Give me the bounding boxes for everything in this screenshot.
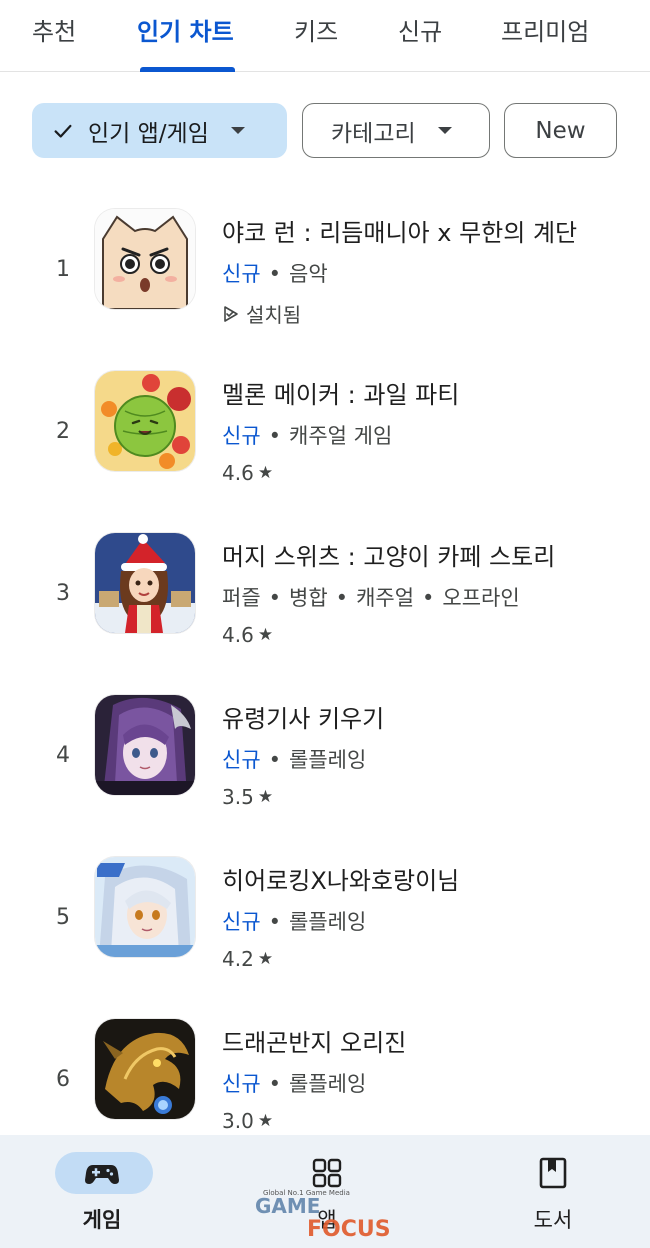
tab-premium[interactable]: 프리미엄 <box>501 12 589 52</box>
app-meta: 신규 • 음악 <box>222 262 328 286</box>
app-icon <box>95 695 195 795</box>
app-title: 드래곤반지 오리진 <box>222 1029 407 1057</box>
gamepad-icon <box>85 1165 119 1184</box>
star-icon: ★ <box>257 1111 274 1131</box>
new-badge: 신규 <box>222 910 261 934</box>
chart-type-chip[interactable]: 인기 앱/게임 <box>32 103 287 158</box>
chart-type-label: 인기 앱/게임 <box>88 120 209 147</box>
cat-face-icon <box>95 209 195 309</box>
installed-icon <box>224 305 238 322</box>
list-item[interactable]: 2 멜론 메이커 : 과일 파티 신규 • 캐주얼 게임 4.6 ★ <box>0 367 650 517</box>
app-genre: 롤플레잉 <box>289 748 367 772</box>
app-genre: 캐주얼 게임 <box>289 424 393 448</box>
check-icon <box>54 124 72 138</box>
new-badge: 신규 <box>222 424 261 448</box>
chevron-down-icon <box>230 127 245 134</box>
category-label: 카테고리 <box>331 120 416 147</box>
rank-number: 2 <box>56 419 70 444</box>
app-rating: 3.5 ★ <box>222 785 273 809</box>
app-title: 유령기사 키우기 <box>222 705 385 733</box>
app-meta: 신규 • 롤플레잉 <box>222 910 367 934</box>
install-status: 설치됨 <box>222 299 301 328</box>
app-meta: 신규 • 롤플레잉 <box>222 748 367 772</box>
nav-books-label: 도서 <box>533 1208 573 1232</box>
app-meta: 신규 • 캐주얼 게임 <box>222 424 393 448</box>
new-label: New <box>535 117 586 144</box>
tab-new[interactable]: 신규 <box>398 12 442 52</box>
list-item[interactable]: 3 머지 스위츠 : 고양이 카페 스토리 퍼즐 • 병합 • 캐주얼 • 오프라인 4.6… <box>0 529 650 679</box>
new-badge: 신규 <box>222 262 261 286</box>
app-icon <box>95 209 195 309</box>
rating-value: 4.6 <box>222 623 254 647</box>
app-icon <box>95 371 195 471</box>
app-rating: 3.0 ★ <box>222 1109 273 1133</box>
new-chip[interactable]: New <box>504 103 617 158</box>
rating-value: 3.5 <box>222 785 254 809</box>
app-meta: 퍼즐 • 병합 • 캐주얼 • 오프라인 <box>222 586 520 610</box>
app-title: 멜론 메이커 : 과일 파티 <box>222 381 460 409</box>
tab-top-charts[interactable]: 인기 차트 <box>137 12 234 52</box>
rank-number: 5 <box>56 905 70 930</box>
active-tab-indicator <box>140 67 235 72</box>
rank-number: 1 <box>56 257 70 282</box>
top-tab-bar: 추천 인기 차트 키즈 신규 프리미엄 <box>0 0 650 72</box>
rank-number: 6 <box>56 1067 70 1092</box>
app-rating: 4.6 ★ <box>222 623 273 647</box>
app-title: 머지 스위츠 : 고양이 카페 스토리 <box>222 543 556 571</box>
tab-recommended[interactable]: 추천 <box>32 12 76 52</box>
app-title: 히어로킹X나와호랑이님 <box>222 867 460 895</box>
rating-value: 4.6 <box>222 461 254 485</box>
list-item[interactable]: 5 히어로킹X나와호랑이님 신규 • 롤플레잉 4.2 ★ <box>0 853 650 1003</box>
melon-icon <box>95 371 195 471</box>
chevron-down-icon <box>437 127 452 134</box>
tab-kids[interactable]: 키즈 <box>294 12 338 52</box>
rank-number: 3 <box>56 581 70 606</box>
app-genre: 퍼즐 <box>222 586 261 610</box>
watermark-word-focus: FOCUS <box>307 1217 391 1238</box>
hero-king-icon <box>95 857 195 957</box>
app-tag: 병합 <box>289 586 328 610</box>
list-item[interactable]: 4 유령기사 키우기 신규 • 롤플레잉 3.5 ★ <box>0 691 650 841</box>
app-tag: 캐주얼 <box>356 586 415 610</box>
golden-dragon-icon <box>95 1019 195 1119</box>
rank-number: 4 <box>56 743 70 768</box>
app-rating: 4.6 ★ <box>222 461 273 485</box>
star-icon: ★ <box>257 463 274 483</box>
category-chip[interactable]: 카테고리 <box>302 103 490 158</box>
star-icon: ★ <box>257 625 274 645</box>
watermark-word-game: GAME <box>255 1194 320 1218</box>
app-meta: 신규 • 롤플레잉 <box>222 1072 367 1096</box>
bookmark-book-icon <box>539 1157 567 1189</box>
app-icon <box>95 857 195 957</box>
list-item[interactable]: 1 야코 런 : 리듬매니아 x 무한의 계단 신규 • 음악 설치됨 <box>0 205 650 355</box>
new-badge: 신규 <box>222 748 261 772</box>
nav-books[interactable]: 도서 <box>493 1135 613 1248</box>
ghost-knight-icon <box>95 695 195 795</box>
app-genre: 롤플레잉 <box>289 1072 367 1096</box>
star-icon: ★ <box>257 787 274 807</box>
girl-in-santa-hat-icon <box>95 533 195 633</box>
app-icon <box>95 1019 195 1119</box>
rating-value: 4.2 <box>222 947 254 971</box>
app-title: 야코 런 : 리듬매니아 x 무한의 계단 <box>222 219 578 247</box>
star-icon: ★ <box>257 949 274 969</box>
new-badge: 신규 <box>222 1072 261 1096</box>
nav-games-label: 게임 <box>82 1208 122 1232</box>
gamefocus-watermark-logo: Global No.1 Game Media GAME FOCUS <box>255 1189 391 1238</box>
app-genre: 음악 <box>289 262 328 286</box>
app-genre: 롤플레잉 <box>289 910 367 934</box>
app-rating: 4.2 ★ <box>222 947 273 971</box>
app-icon <box>95 533 195 633</box>
app-tag: 오프라인 <box>442 586 520 610</box>
nav-games[interactable]: 게임 <box>42 1135 162 1248</box>
install-status-label: 설치됨 <box>246 303 302 327</box>
rating-value: 3.0 <box>222 1109 254 1133</box>
